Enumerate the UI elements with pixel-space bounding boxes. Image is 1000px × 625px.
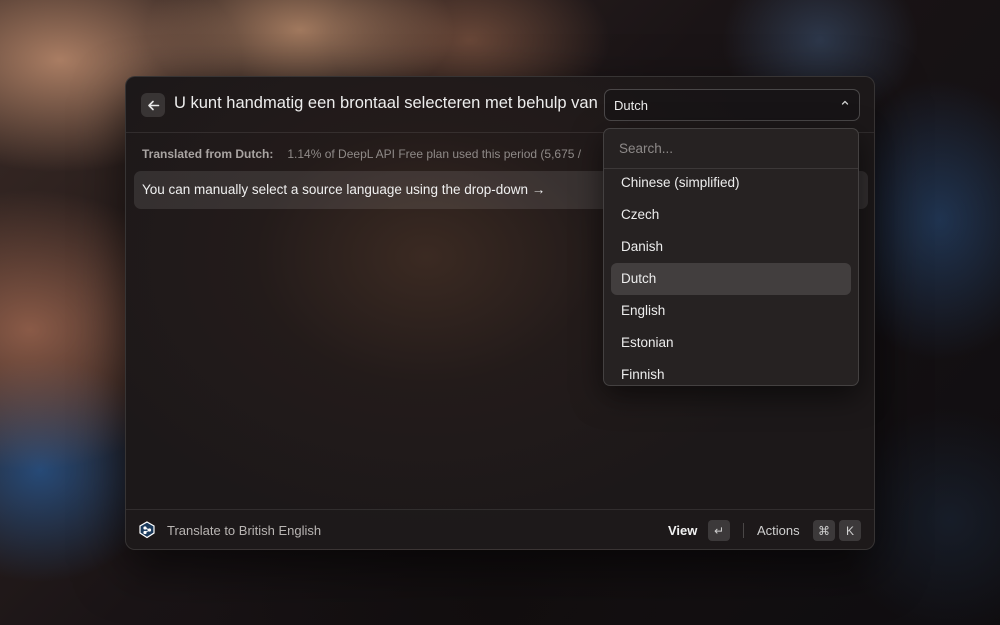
option-czech[interactable]: Czech: [611, 199, 851, 231]
translation-meta: Translated from Dutch: 1.14% of DeepL API…: [142, 147, 581, 161]
source-language-value: Dutch: [614, 98, 648, 113]
api-usage-text: 1.14% of DeepL API Free plan used this p…: [287, 147, 582, 161]
source-language-select[interactable]: Dutch: [604, 89, 860, 121]
search-query[interactable]: U kunt handmatig een brontaal selecteren…: [174, 94, 600, 113]
dropdown-options: Chinese (simplified) Czech Danish Dutch …: [604, 167, 858, 385]
dropdown-search-input[interactable]: [619, 141, 839, 156]
option-english[interactable]: English: [611, 295, 851, 327]
option-label: Finnish: [621, 367, 665, 382]
translated-from-label: Translated from Dutch:: [142, 147, 274, 161]
translation-result-text: You can manually select a source languag…: [142, 182, 546, 197]
option-label: Dutch: [621, 271, 657, 286]
option-label: Czech: [621, 207, 660, 222]
option-label: Danish: [621, 239, 664, 254]
k-key-badge: K: [839, 520, 861, 541]
option-label: Estonian: [621, 335, 674, 350]
arrow-left-icon: [147, 100, 159, 110]
dropdown-search: [604, 129, 858, 169]
chevron-up-down-icon: [841, 100, 849, 105]
command-key-badge: ⌘: [813, 520, 835, 541]
option-chinese-simplified[interactable]: Chinese (simplified): [611, 167, 851, 199]
option-label: Chinese (simplified): [621, 175, 740, 190]
option-finnish[interactable]: Finnish: [611, 359, 851, 385]
actions-button[interactable]: Actions: [757, 523, 800, 538]
command-title: Translate to British English: [167, 523, 322, 538]
footer-divider: [743, 523, 744, 538]
back-button[interactable]: [141, 93, 165, 117]
view-action-button[interactable]: View: [668, 523, 697, 538]
option-dutch[interactable]: Dutch: [611, 263, 851, 295]
deepl-logo-icon: [139, 521, 155, 539]
action-bar: Translate to British English View ↵ Acti…: [126, 509, 874, 549]
enter-key-badge: ↵: [708, 520, 730, 541]
search-bar: U kunt handmatig een brontaal selecteren…: [126, 77, 874, 133]
option-danish[interactable]: Danish: [611, 231, 851, 263]
option-estonian[interactable]: Estonian: [611, 327, 851, 359]
language-dropdown-list: Chinese (simplified) Czech Danish Dutch …: [603, 128, 859, 386]
option-label: English: [621, 303, 666, 318]
